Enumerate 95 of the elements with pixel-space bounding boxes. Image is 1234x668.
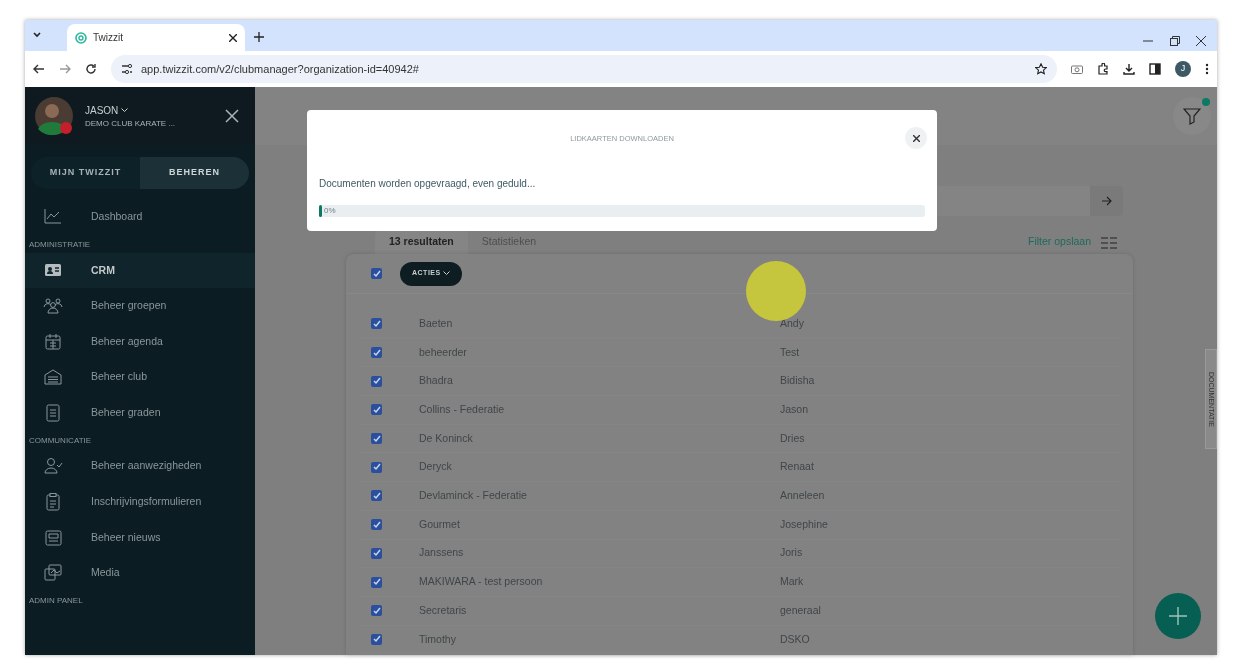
table-cell-text: Test: [780, 344, 800, 360]
checkbox[interactable]: [371, 576, 382, 588]
avatar-silhouette[interactable]: [35, 97, 73, 135]
forward-icon[interactable]: [59, 63, 71, 75]
sidebar-item[interactable]: Beheer aanwezigheden: [25, 448, 255, 485]
table-cell: Mark: [780, 574, 804, 590]
tab-title[interactable]: Twizzit: [93, 30, 123, 45]
close-tab-icon[interactable]: [229, 33, 237, 42]
table-cell-text: Baeten: [419, 315, 454, 331]
puzzle-piece-icon[interactable]: [1097, 63, 1109, 75]
checkbox[interactable]: [371, 605, 382, 617]
close-icon[interactable]: [1196, 35, 1206, 46]
chevron-down-icon[interactable]: [33, 32, 41, 38]
checkbox[interactable]: [371, 490, 382, 502]
close-button[interactable]: [905, 127, 927, 149]
back-icon[interactable]: [33, 63, 45, 75]
sidebar-item[interactable]: Dashboard: [25, 199, 255, 235]
table-cell-text: Joris: [780, 545, 803, 561]
table-cell-text: Collins - Federatie: [419, 402, 506, 418]
sidebar-item[interactable]: Media: [25, 555, 255, 591]
user-menu[interactable]: JASON: [85, 102, 176, 118]
sidebar-item[interactable]: Beheer club: [25, 359, 255, 395]
site-settings-icon[interactable]: [121, 63, 133, 75]
table-cell: Anneleen: [780, 488, 825, 504]
progress-reading: 0%: [323, 205, 336, 218]
table-cell-text: Devlaminck - Federatie: [419, 488, 528, 504]
checkbox[interactable]: [371, 404, 382, 416]
checkbox[interactable]: [371, 375, 382, 387]
arrow-right-icon: [1101, 196, 1112, 206]
sidebar-item[interactable]: Beheer graden: [25, 394, 255, 431]
checkbox[interactable]: [371, 633, 382, 645]
menu-item-icon: [43, 331, 63, 352]
menu-item-icon: [43, 206, 63, 227]
table-cell: Jason: [780, 402, 809, 418]
menu-item-icon: [43, 527, 63, 548]
address-bar[interactable]: app.twizzit.com/v2/clubmanager?organization-id=40942#: [111, 55, 1057, 83]
table-cell-text: Secretaris: [419, 602, 468, 618]
sidebar-item[interactable]: Beheer groepen: [25, 288, 255, 324]
table-cell-text: De Koninck: [419, 430, 474, 446]
menu-item-icon: [43, 456, 63, 477]
close-icon: [912, 134, 920, 142]
table-cell-text: generaal: [780, 602, 821, 618]
table-cell-text: Andy: [780, 315, 804, 331]
table-cell-text: Gourmet: [419, 516, 461, 532]
table-cell-text: Dries: [780, 430, 805, 446]
table-cell-text: Janssens: [419, 545, 465, 561]
table-cell-text: beheerder: [419, 344, 468, 360]
menu-item-icon: [43, 491, 63, 512]
download-icon[interactable]: [1123, 63, 1135, 75]
checkbox[interactable]: [371, 547, 382, 559]
table-cell-text: Deryck: [419, 459, 453, 475]
sidebar-item[interactable]: Inschrijvingsformulieren: [25, 484, 255, 520]
restore-icon[interactable]: [1169, 35, 1180, 46]
sidebar-item[interactable]: Beheer nieuws: [25, 519, 255, 556]
table-cell-text: Bidisha: [780, 373, 815, 389]
close-icon[interactable]: [225, 109, 239, 123]
section-heading: COMMUNICATIE: [28, 434, 93, 447]
checkbox[interactable]: [371, 461, 382, 473]
section-heading: ADMIN PANEL: [28, 594, 84, 607]
filter-icon: [1183, 107, 1201, 125]
table-cell-text: Timothy: [419, 631, 457, 647]
more-menu-icon[interactable]: [1205, 63, 1209, 75]
chevron-down-icon: [442, 271, 450, 276]
side-panel-icon[interactable]: [1149, 63, 1161, 75]
bookmark-star-icon[interactable]: [1035, 63, 1047, 75]
reload-icon[interactable]: [85, 63, 97, 75]
checkbox[interactable]: [371, 433, 382, 445]
menu-item-icon: [43, 367, 63, 388]
checkbox[interactable]: [371, 519, 382, 531]
menu-item-icon: [43, 402, 63, 423]
chevron-down-icon: [121, 107, 129, 113]
results-tab[interactable]: 13 resultaten: [375, 229, 468, 254]
add-button[interactable]: [1155, 593, 1201, 639]
camera-icon[interactable]: [1071, 64, 1083, 74]
checkbox[interactable]: [371, 268, 382, 279]
status-message: Documenten worden opgevraagd, even geduld...: [319, 177, 537, 192]
club-name: DEMO CLUB KARATE ...: [85, 117, 176, 130]
profile-avatar[interactable]: J: [1175, 61, 1191, 77]
sidebar-item[interactable]: Beheer agenda: [25, 323, 255, 360]
new-tab-button[interactable]: [251, 29, 267, 45]
mode-tab[interactable]: BEHEREN: [140, 157, 249, 189]
plus-icon: [1168, 606, 1188, 626]
menu-item-icon: [43, 563, 63, 584]
table-cell-text: DSKO: [780, 631, 810, 647]
filter-button[interactable]: [1173, 97, 1211, 135]
table-cell-text: Bhadra: [419, 373, 454, 389]
sidebar-item[interactable]: CRM: [25, 252, 255, 289]
section-heading: ADMINISTRATIE: [28, 238, 92, 251]
checkbox[interactable]: [371, 347, 382, 359]
menu-item-icon: [43, 296, 63, 316]
mode-tab[interactable]: MIJN TWIZZIT: [31, 157, 140, 189]
table-cell-text: Josephine: [780, 516, 828, 532]
checkbox[interactable]: [371, 318, 382, 330]
table-cell-text: Renaat: [780, 459, 814, 475]
table-cell-text: MAKIWARA - test persoon: [419, 574, 544, 590]
